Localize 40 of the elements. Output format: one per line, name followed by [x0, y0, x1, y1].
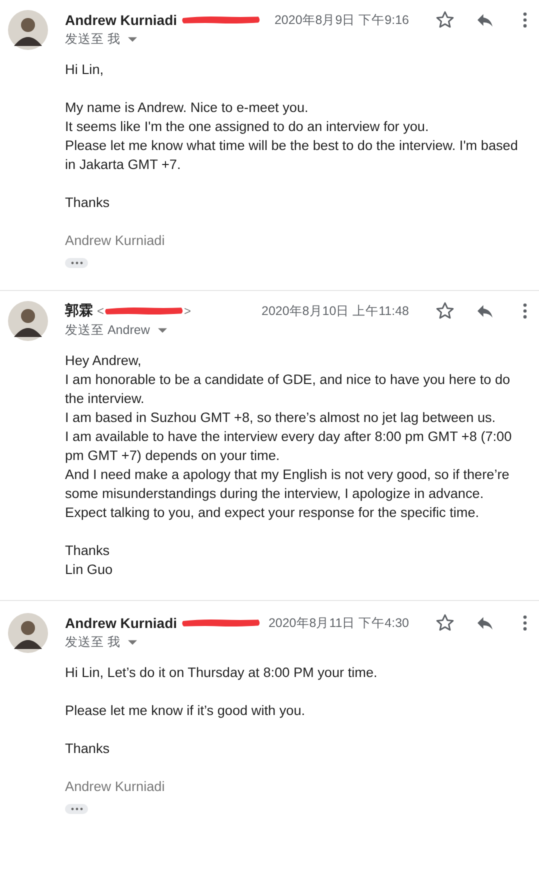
recipients-label: 发送至 Andrew [65, 322, 150, 339]
email-bracket: > [184, 304, 192, 318]
caret-icon[interactable] [128, 37, 138, 42]
recipients-label: 发送至 我 [65, 31, 120, 48]
recipients-label: 发送至 我 [65, 634, 120, 651]
body-text: Lin Guo [65, 561, 114, 579]
message-date: 2020年8月9日 下午9:16 [274, 12, 409, 28]
body-text: Thanks [65, 194, 111, 212]
body-text: Please let me know if it’s good with you. [65, 702, 306, 720]
caret-icon[interactable] [158, 328, 167, 333]
body-text: Hi Lin, [65, 61, 105, 79]
caret-icon[interactable] [128, 640, 138, 645]
body-text: Hey Andrew, [65, 352, 142, 370]
email-bracket: < [97, 304, 104, 318]
sender-name: Andrew Kurniadi [65, 615, 178, 631]
show-trimmed-button[interactable] [65, 258, 88, 268]
body-text: Thanks [65, 740, 111, 758]
sender-name: Andrew Kurniadi [65, 12, 178, 28]
star-icon[interactable] [435, 10, 455, 30]
body-text: My name is Andrew. Nice to e-meet you. [65, 99, 310, 117]
avatar [8, 10, 48, 50]
avatar [8, 301, 48, 341]
body-text: Thanks [65, 542, 111, 560]
body-text: I am based in Suzhou GMT +8, so there’s almost no jet lag between us. [65, 409, 497, 427]
signature: Andrew Kurniadi [65, 778, 166, 796]
body-text: Expect talking to you, and expect your response for the specific time. [65, 504, 480, 522]
body-text: Hi Lin, Let’s do it on Thursday at 8:00 PM your time. [65, 664, 378, 682]
body-text: I am honorable to be a candidate of GDE, and nice to have you here to do the interview. [65, 371, 512, 408]
body-text: Please let me know what time will be the best to do the interview. I'm based in Jakarta GMT +7. [65, 137, 519, 174]
signature: Andrew Kurniadi [65, 232, 166, 250]
sender-name: 郭霖 [65, 302, 93, 320]
body-text: I am available to have the interview every day after 8:00 pm GMT +8 (7:00 pm GMT +7) depends on your time. [65, 428, 513, 465]
show-trimmed-button[interactable] [65, 804, 88, 814]
message-date: 2020年8月11日 下午4:30 [268, 614, 409, 632]
avatar [8, 613, 48, 653]
star-icon[interactable] [435, 613, 455, 633]
message-date: 2020年8月10日 上午11:48 [262, 302, 409, 320]
body-text: And I need make a apology that my English is not very good, so if there’re some misunderstandings during the interview, I apologize in advance. [65, 466, 510, 503]
star-icon[interactable] [435, 301, 455, 321]
body-text: It seems like I'm the one assigned to do an interview for you. [65, 118, 430, 136]
